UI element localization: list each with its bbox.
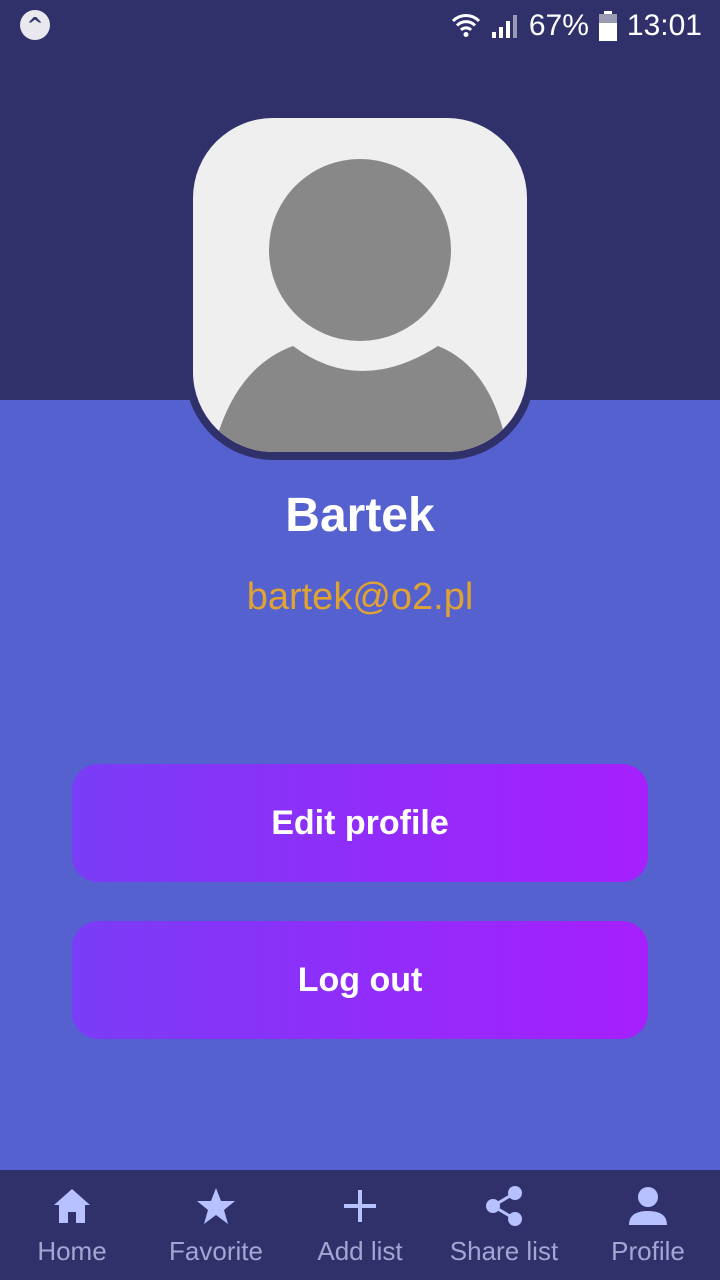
share-icon — [484, 1184, 524, 1228]
logout-button[interactable]: Log out — [72, 921, 648, 1039]
nav-item-profile[interactable]: Profile — [576, 1170, 720, 1280]
star-icon — [196, 1184, 236, 1228]
nav-label-share-list: Share list — [449, 1236, 559, 1266]
nav-label-add-list: Add list — [317, 1236, 403, 1266]
wifi-icon — [451, 13, 481, 39]
profile-name: Bartek — [285, 489, 435, 542]
avatar-placeholder-icon — [213, 159, 508, 452]
logout-label: Log out — [297, 960, 423, 999]
nav-item-add-list[interactable]: Add list — [288, 1170, 432, 1280]
nav-label-profile: Profile — [611, 1236, 685, 1266]
nav-item-share-list[interactable]: Share list — [432, 1170, 576, 1280]
clock: 13:01 — [626, 9, 702, 42]
signal-icon — [491, 13, 519, 39]
edit-profile-label: Edit profile — [271, 803, 449, 842]
avatar-frame — [185, 110, 535, 460]
nav-item-favorite[interactable]: Favorite — [144, 1170, 288, 1280]
plus-icon — [343, 1184, 377, 1228]
nav-item-home[interactable]: Home — [0, 1170, 144, 1280]
app-notification-icon: ^ — [20, 10, 50, 40]
nav-label-favorite: Favorite — [169, 1236, 263, 1266]
avatar — [193, 118, 527, 452]
bottom-navigation: Home Favorite Add list Share list Profil… — [0, 1170, 720, 1280]
person-icon — [628, 1184, 668, 1228]
nav-label-home: Home — [37, 1236, 107, 1266]
edit-profile-button[interactable]: Edit profile — [72, 764, 648, 882]
status-bar: ^ 67% 13:01 — [0, 0, 720, 50]
home-icon — [52, 1184, 92, 1228]
battery-icon — [598, 11, 617, 41]
profile-email: bartek@o2.pl — [246, 576, 474, 618]
battery-percent: 67% — [528, 9, 589, 42]
